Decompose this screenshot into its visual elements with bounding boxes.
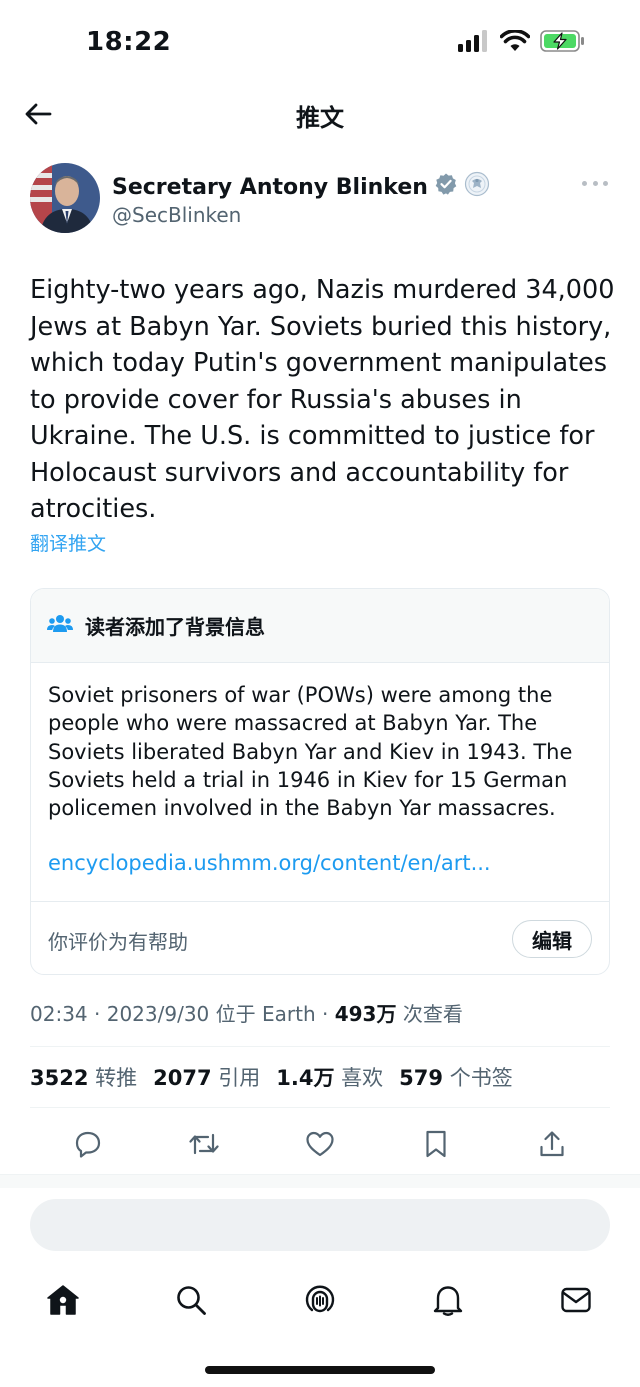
quotes-stat[interactable]: 2077 引用 bbox=[153, 1062, 260, 1092]
community-note-card: 读者添加了背景信息 Soviet prisoners of war (POWs)… bbox=[30, 588, 610, 975]
share-icon bbox=[540, 1131, 564, 1157]
verified-badge-icon bbox=[434, 172, 458, 202]
author-handle[interactable]: @SecBlinken bbox=[112, 203, 241, 227]
likes-stat[interactable]: 1.4万 喜欢 bbox=[276, 1062, 383, 1092]
state-department-seal-icon bbox=[464, 171, 490, 203]
divider bbox=[30, 1046, 610, 1047]
retweets-count: 3522 bbox=[30, 1066, 89, 1090]
bottom-tab-bar bbox=[0, 1270, 640, 1330]
avatar[interactable] bbox=[30, 163, 100, 233]
tab-home[interactable] bbox=[43, 1280, 83, 1320]
people-icon bbox=[47, 613, 73, 639]
more-icon[interactable] bbox=[582, 173, 608, 193]
reply-composer[interactable] bbox=[30, 1199, 610, 1251]
edit-rating-button[interactable]: 编辑 bbox=[512, 920, 592, 958]
bookmarks-stat[interactable]: 579 个书签 bbox=[399, 1062, 513, 1092]
tweet-time: 02:34 bbox=[30, 1002, 88, 1026]
tweet-author: Secretary Antony Blinken @SecBlinken bbox=[30, 163, 610, 237]
note-rating-status: 你评价为有帮助 bbox=[48, 930, 188, 954]
author-name[interactable]: Secretary Antony Blinken bbox=[112, 171, 490, 203]
translate-tweet-link[interactable]: 翻译推文 bbox=[30, 529, 106, 556]
status-time: 18:22 bbox=[86, 27, 172, 57]
share-button[interactable] bbox=[534, 1126, 570, 1162]
tab-spaces[interactable] bbox=[300, 1280, 340, 1320]
status-bar: 18:22 bbox=[0, 0, 640, 86]
status-icons bbox=[458, 29, 586, 56]
page-title: 推文 bbox=[296, 104, 344, 132]
cellular-signal-icon bbox=[458, 30, 490, 56]
divider bbox=[30, 1107, 610, 1108]
community-note-header: 读者添加了背景信息 bbox=[31, 589, 609, 663]
community-note-link[interactable]: encyclopedia.ushmm.org/content/en/art... bbox=[48, 851, 491, 875]
meta-separator: · bbox=[322, 1002, 329, 1026]
bookmarks-count: 579 bbox=[399, 1066, 444, 1090]
likes-count: 1.4万 bbox=[276, 1066, 335, 1090]
author-name-text: Secretary Antony Blinken bbox=[112, 174, 428, 200]
community-note-title: 读者添加了背景信息 bbox=[85, 615, 265, 639]
retweets-stat[interactable]: 3522 转推 bbox=[30, 1062, 137, 1092]
bookmark-button[interactable] bbox=[418, 1126, 454, 1162]
tweet-meta: 02:34 · 2023/9/30 位于 Earth · 493万 次查看 bbox=[30, 998, 463, 1027]
wifi-icon bbox=[499, 29, 531, 56]
tweet-date: 2023/9/30 bbox=[106, 1002, 210, 1026]
tab-notifications[interactable] bbox=[428, 1280, 468, 1320]
reply-button[interactable] bbox=[70, 1126, 106, 1162]
reply-icon bbox=[75, 1131, 101, 1158]
quotes-label: 引用 bbox=[218, 1066, 261, 1090]
views-label: 次查看 bbox=[402, 1002, 463, 1026]
search-icon bbox=[177, 1286, 206, 1315]
tweet-actions bbox=[30, 1120, 610, 1164]
like-icon bbox=[306, 1131, 334, 1157]
bookmark-icon bbox=[426, 1130, 446, 1158]
tab-search[interactable] bbox=[171, 1280, 211, 1320]
quotes-count: 2077 bbox=[153, 1066, 212, 1090]
retweet-button[interactable] bbox=[186, 1126, 222, 1162]
like-button[interactable] bbox=[302, 1126, 338, 1162]
messages-icon bbox=[561, 1287, 591, 1313]
retweet-icon bbox=[189, 1133, 219, 1155]
likes-label: 喜欢 bbox=[341, 1066, 384, 1090]
tweet-text: Eighty-two years ago, Nazis murdered 34,… bbox=[30, 275, 615, 524]
meta-separator: · bbox=[94, 1002, 101, 1026]
community-note-footer: 你评价为有帮助 编辑 bbox=[31, 901, 609, 974]
home-icon bbox=[47, 1285, 79, 1315]
section-separator bbox=[0, 1174, 640, 1188]
bookmarks-label: 个书签 bbox=[449, 1066, 513, 1090]
battery-charging-icon bbox=[540, 30, 586, 56]
tweet-location: 位于 Earth bbox=[215, 1002, 316, 1026]
tab-messages[interactable] bbox=[556, 1280, 596, 1320]
retweets-label: 转推 bbox=[95, 1066, 138, 1090]
community-note-body: Soviet prisoners of war (POWs) were amon… bbox=[48, 683, 573, 821]
home-indicator[interactable] bbox=[205, 1366, 435, 1374]
nav-header: 推文 bbox=[0, 86, 640, 142]
tweet-stats: 3522 转推 2077 引用 1.4万 喜欢 579 个书签 bbox=[30, 1062, 513, 1092]
spaces-icon bbox=[305, 1285, 335, 1313]
views-count: 493万 bbox=[334, 1002, 397, 1026]
notifications-icon bbox=[433, 1286, 463, 1316]
